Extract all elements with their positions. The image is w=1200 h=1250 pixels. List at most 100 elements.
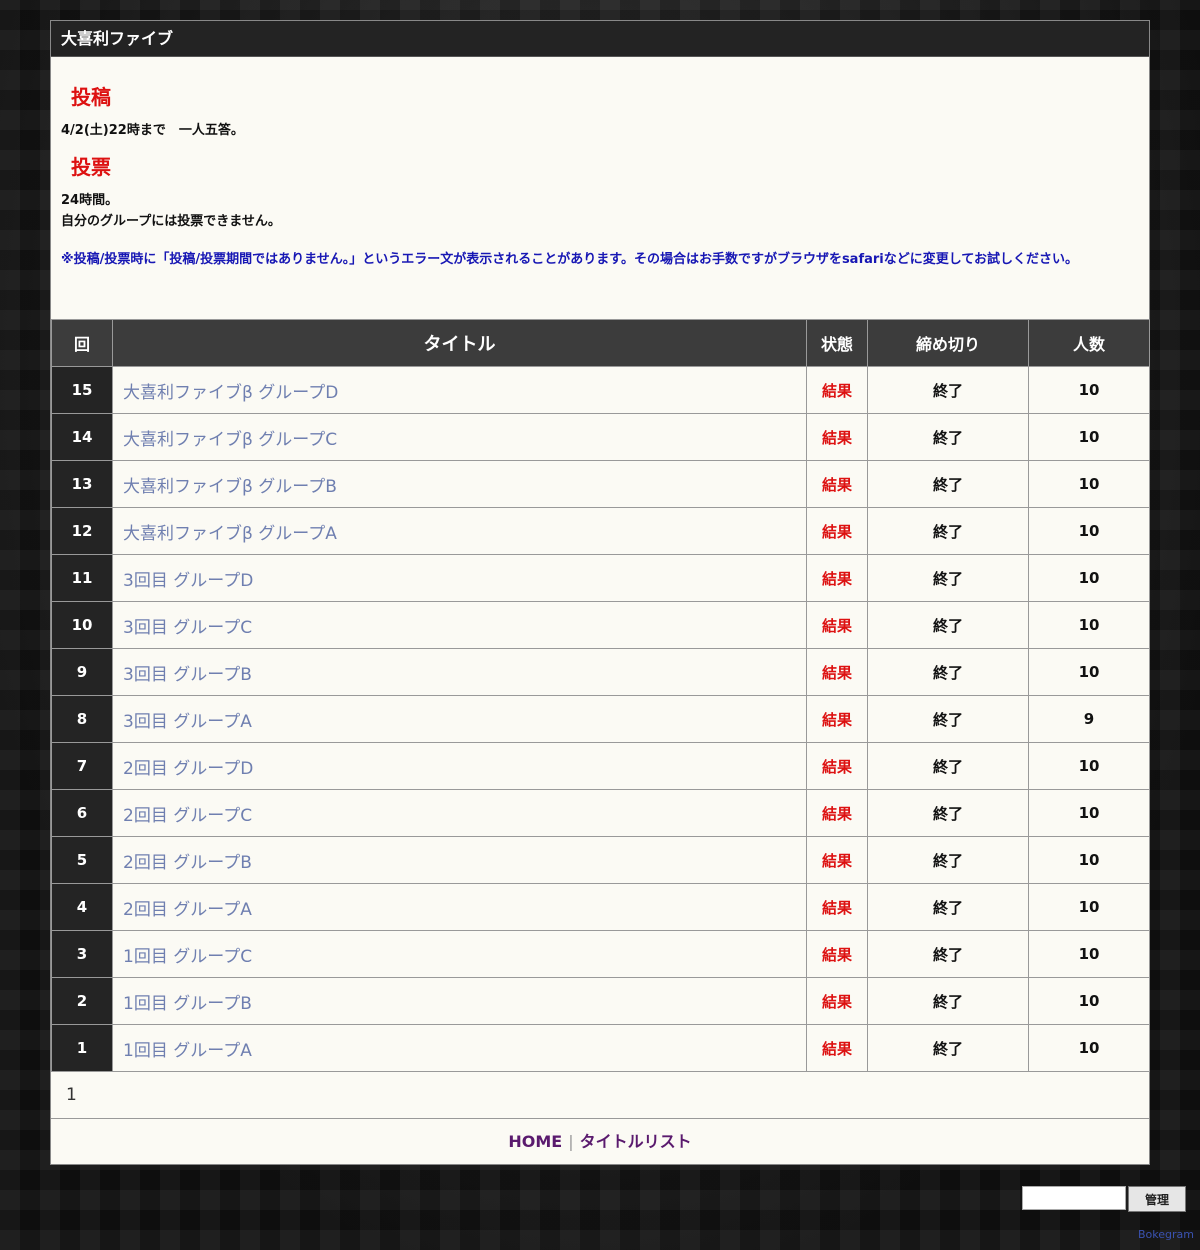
column-header-title: タイトル: [112, 319, 807, 367]
table-row: 10 3回目 グループC 結果 終了 10: [51, 601, 1150, 649]
title-link[interactable]: 2回目 グループA: [112, 883, 807, 931]
footer-nav: HOME | タイトルリスト: [51, 1119, 1149, 1164]
title-link[interactable]: 3回目 グループD: [112, 554, 807, 602]
table-row: 8 3回目 グループA 結果 終了 9: [51, 695, 1150, 743]
home-link[interactable]: HOME: [508, 1132, 562, 1151]
participant-count-cell: 9: [1028, 695, 1150, 743]
title-table: 回 タイトル 状態 締め切り 人数 15 大喜利ファイブβ グループD 結果 終了 10…: [51, 319, 1150, 1072]
result-link[interactable]: 結果: [806, 554, 868, 602]
round-number-cell: 15: [51, 366, 113, 414]
deadline-cell: 終了: [867, 742, 1029, 790]
table-row: 13 大喜利ファイブβ グループB 結果 終了 10: [51, 460, 1150, 508]
table-row: 6 2回目 グループC 結果 終了 10: [51, 789, 1150, 837]
result-link[interactable]: 結果: [806, 648, 868, 696]
result-link[interactable]: 結果: [806, 836, 868, 884]
title-link[interactable]: 3回目 グループC: [112, 601, 807, 649]
title-link[interactable]: 1回目 グループB: [112, 977, 807, 1025]
round-number-cell: 14: [51, 413, 113, 461]
title-link[interactable]: 大喜利ファイブβ グループD: [112, 366, 807, 414]
table-row: 7 2回目 グループD 結果 終了 10: [51, 742, 1150, 790]
table-row: 12 大喜利ファイブβ グループA 結果 終了 10: [51, 507, 1150, 555]
participant-count-cell: 10: [1028, 883, 1150, 931]
result-link[interactable]: 結果: [806, 366, 868, 414]
participant-count-cell: 10: [1028, 601, 1150, 649]
deadline-cell: 終了: [867, 695, 1029, 743]
title-link[interactable]: 1回目 グループA: [112, 1024, 807, 1072]
round-number-cell: 3: [51, 930, 113, 978]
page-link-1[interactable]: 1: [66, 1085, 77, 1105]
deadline-cell: 終了: [867, 789, 1029, 837]
deadline-cell: 終了: [867, 977, 1029, 1025]
result-link[interactable]: 結果: [806, 977, 868, 1025]
vote-duration-text: 24時間。: [61, 193, 119, 208]
deadline-cell: 終了: [867, 507, 1029, 555]
result-link[interactable]: 結果: [806, 1024, 868, 1072]
round-number-cell: 13: [51, 460, 113, 508]
participant-count-cell: 10: [1028, 507, 1150, 555]
table-row: 3 1回目 グループC 結果 終了 10: [51, 930, 1150, 978]
table-row: 4 2回目 グループA 結果 終了 10: [51, 883, 1150, 931]
title-link[interactable]: 大喜利ファイブβ グループB: [112, 460, 807, 508]
result-link[interactable]: 結果: [806, 601, 868, 649]
result-link[interactable]: 結果: [806, 507, 868, 555]
deadline-cell: 終了: [867, 883, 1029, 931]
round-number-cell: 6: [51, 789, 113, 837]
result-link[interactable]: 結果: [806, 883, 868, 931]
title-link[interactable]: 3回目 グループA: [112, 695, 807, 743]
table-row: 9 3回目 グループB 結果 終了 10: [51, 648, 1150, 696]
participant-count-cell: 10: [1028, 413, 1150, 461]
table-header-row: 回 タイトル 状態 締め切り 人数: [51, 319, 1150, 367]
table-row: 11 3回目 グループD 結果 終了 10: [51, 554, 1150, 602]
participant-count-cell: 10: [1028, 742, 1150, 790]
table-row: 14 大喜利ファイブβ グループC 結果 終了 10: [51, 413, 1150, 461]
title-link[interactable]: 2回目 グループB: [112, 836, 807, 884]
participant-count-cell: 10: [1028, 648, 1150, 696]
deadline-cell: 終了: [867, 366, 1029, 414]
credit-link[interactable]: Bokegram: [1138, 1228, 1194, 1241]
vote-heading: 投票: [71, 155, 111, 179]
table-row: 2 1回目 グループB 結果 終了 10: [51, 977, 1150, 1025]
admin-password-input[interactable]: [1022, 1186, 1126, 1210]
column-header-num: 回: [51, 319, 113, 367]
column-header-status: 状態: [806, 319, 868, 367]
result-link[interactable]: 結果: [806, 413, 868, 461]
result-link[interactable]: 結果: [806, 742, 868, 790]
deadline-cell: 終了: [867, 930, 1029, 978]
participant-count-cell: 10: [1028, 836, 1150, 884]
deadline-cell: 終了: [867, 413, 1029, 461]
table-row: 5 2回目 グループB 結果 終了 10: [51, 836, 1150, 884]
title-link[interactable]: 2回目 グループC: [112, 789, 807, 837]
admin-button[interactable]: 管理: [1128, 1186, 1186, 1212]
participant-count-cell: 10: [1028, 930, 1150, 978]
round-number-cell: 7: [51, 742, 113, 790]
title-link[interactable]: 2回目 グループD: [112, 742, 807, 790]
participant-count-cell: 10: [1028, 460, 1150, 508]
error-notice: ※投稿/投票時に「投稿/投票期間ではありません。」というエラー文が表示されること…: [61, 252, 1078, 267]
round-number-cell: 11: [51, 554, 113, 602]
deadline-cell: 終了: [867, 554, 1029, 602]
deadline-cell: 終了: [867, 1024, 1029, 1072]
round-number-cell: 5: [51, 836, 113, 884]
nav-separator: |: [568, 1132, 574, 1151]
result-link[interactable]: 結果: [806, 460, 868, 508]
result-link[interactable]: 結果: [806, 789, 868, 837]
title-link[interactable]: 大喜利ファイブβ グループA: [112, 507, 807, 555]
deadline-cell: 終了: [867, 648, 1029, 696]
round-number-cell: 8: [51, 695, 113, 743]
title-list-link[interactable]: タイトルリスト: [580, 1132, 692, 1151]
round-number-cell: 12: [51, 507, 113, 555]
main-panel: 大喜利ファイブ 投稿 4/2(土)22時まで 一人五答。 投票 24時間。 自分…: [50, 20, 1150, 1165]
result-link[interactable]: 結果: [806, 930, 868, 978]
result-link[interactable]: 結果: [806, 695, 868, 743]
deadline-cell: 終了: [867, 601, 1029, 649]
round-number-cell: 9: [51, 648, 113, 696]
title-link[interactable]: 1回目 グループC: [112, 930, 807, 978]
title-link[interactable]: 3回目 グループB: [112, 648, 807, 696]
vote-rule-text: 自分のグループには投票できません。: [61, 214, 281, 229]
round-number-cell: 1: [51, 1024, 113, 1072]
table-row: 1 1回目 グループA 結果 終了 10: [51, 1024, 1150, 1072]
participant-count-cell: 10: [1028, 554, 1150, 602]
post-heading: 投稿: [71, 85, 111, 109]
title-link[interactable]: 大喜利ファイブβ グループC: [112, 413, 807, 461]
post-schedule-text: 4/2(土)22時まで 一人五答。: [61, 123, 244, 138]
